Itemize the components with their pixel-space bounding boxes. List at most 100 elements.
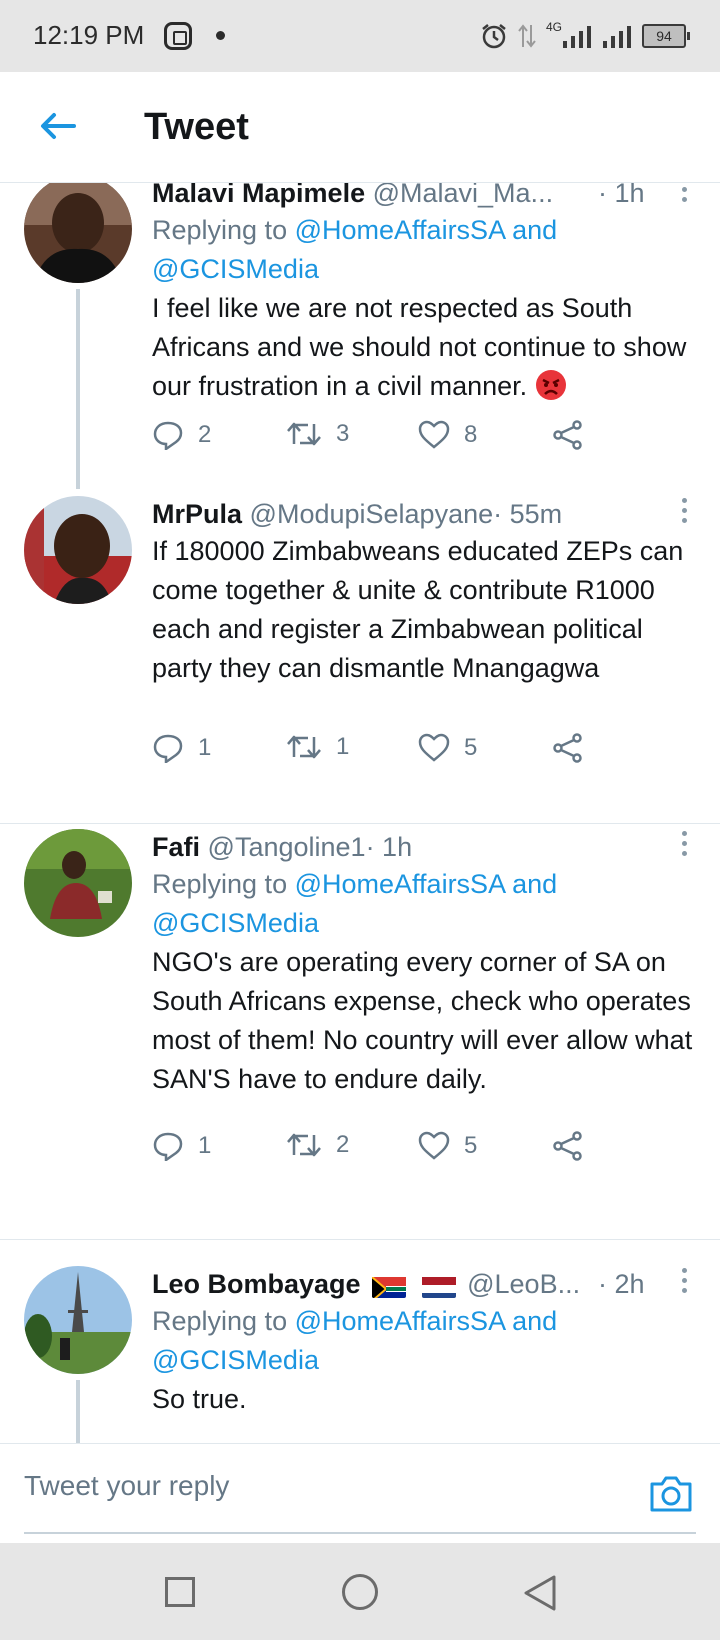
avatar[interactable] — [24, 183, 132, 283]
tweet-actions: 2 3 8 — [152, 420, 700, 460]
heart-icon — [418, 733, 450, 762]
reply-input[interactable]: Tweet your reply — [24, 1470, 229, 1502]
reply-count: 1 — [198, 734, 212, 761]
share-icon — [553, 1131, 582, 1161]
reply-button[interactable]: 1 — [152, 1131, 211, 1161]
recent-apps-button[interactable] — [165, 1577, 195, 1607]
tweet-header: Fafi @Tangoline1· 1h — [152, 829, 700, 865]
tweet-text-content: I feel like we are not respected as Sout… — [152, 293, 687, 401]
tweet-time: · 55m — [493, 499, 563, 529]
battery-level: 94 — [656, 28, 672, 44]
home-button[interactable] — [342, 1574, 378, 1610]
tweet-card[interactable]: Leo Bombayage @LeoB... · 2h Replying to … — [0, 1266, 720, 1443]
tweet-actions: 1 1 5 — [152, 733, 700, 773]
replying-label: Replying to — [152, 869, 295, 899]
status-bar: 12:19 PM 4G 94 — [0, 0, 720, 72]
share-button[interactable] — [552, 1131, 584, 1161]
reply-button[interactable]: 2 — [152, 420, 211, 450]
user-name[interactable]: Fafi — [152, 832, 200, 862]
tweet-feed[interactable]: Malavi Mapimele @Malavi_Ma... · 1h Reply… — [0, 183, 720, 1443]
share-icon — [553, 733, 582, 763]
mention-link[interactable]: @HomeAffairsSA — [295, 869, 505, 899]
like-button[interactable]: 8 — [418, 420, 477, 450]
replying-and: and — [504, 215, 558, 245]
retweet-icon — [287, 735, 321, 759]
notification-app-icon — [164, 22, 192, 50]
retweet-button[interactable]: 1 — [286, 733, 349, 761]
retweet-icon — [287, 1133, 321, 1157]
user-handle[interactable]: @Tangoline1 — [208, 832, 366, 862]
tweet-text: NGO's are operating every corner of SA o… — [152, 947, 693, 1094]
more-options-icon[interactable] — [682, 1268, 688, 1294]
user-name[interactable]: Malavi Mapimele — [152, 183, 365, 208]
avatar[interactable] — [24, 829, 132, 937]
more-options-icon[interactable] — [682, 498, 688, 524]
notification-dot-icon — [216, 31, 225, 40]
reply-icon — [153, 421, 183, 450]
user-handle[interactable]: @Malavi_Ma... — [373, 183, 553, 208]
status-icons: 4G 94 — [480, 20, 690, 52]
thread-line — [76, 289, 80, 489]
more-options-icon[interactable] — [682, 183, 688, 203]
south-africa-flag-icon — [372, 1274, 407, 1298]
reply-count: 1 — [198, 1132, 212, 1159]
retweet-count: 3 — [336, 420, 350, 447]
mention-link[interactable]: @HomeAffairsSA — [295, 215, 505, 245]
tweet-text: I feel like we are not respected as Sout… — [152, 289, 700, 406]
heart-icon — [418, 1131, 450, 1160]
like-count: 5 — [464, 1132, 478, 1159]
thread-line — [76, 1380, 80, 1443]
signal-icon-2 — [603, 26, 631, 48]
avatar[interactable] — [24, 496, 132, 604]
reply-composer: Tweet your reply — [0, 1443, 720, 1544]
back-triangle-icon[interactable] — [522, 1574, 558, 1612]
divider — [0, 1239, 720, 1240]
page-title: Tweet — [144, 106, 249, 148]
network-type: 4G — [545, 20, 562, 34]
tweet-header: MrPula @ModupiSelapyane· 55m — [152, 496, 700, 532]
user-handle[interactable]: @LeoB... — [467, 1269, 580, 1299]
netherlands-flag-icon — [421, 1274, 456, 1298]
retweet-count: 2 — [336, 1131, 350, 1158]
user-name[interactable]: MrPula — [152, 499, 242, 529]
reply-icon — [153, 734, 183, 763]
replying-label: Replying to — [152, 1306, 295, 1336]
like-button[interactable]: 5 — [418, 733, 477, 763]
avatar[interactable] — [24, 1266, 132, 1374]
tweet-header: Leo Bombayage @LeoB... · 2h — [152, 1266, 700, 1302]
replying-label: Replying to — [152, 215, 295, 245]
divider — [0, 823, 720, 824]
share-button[interactable] — [552, 420, 584, 450]
mention-link[interactable]: @GCISMedia — [152, 908, 319, 938]
mention-link[interactable]: @GCISMedia — [152, 254, 319, 284]
replying-to: Replying to @HomeAffairsSA and @GCISMedi… — [152, 211, 700, 289]
retweet-button[interactable]: 2 — [286, 1131, 349, 1159]
share-button[interactable] — [552, 733, 584, 763]
like-button[interactable]: 5 — [418, 1131, 477, 1161]
battery-icon: 94 — [642, 24, 690, 48]
camera-icon[interactable] — [648, 1474, 694, 1514]
replying-to: Replying to @HomeAffairsSA and @GCISMedi… — [152, 865, 700, 943]
retweet-count: 1 — [336, 733, 350, 760]
reply-count: 2 — [198, 421, 212, 448]
user-name[interactable]: Leo Bombayage — [152, 1269, 361, 1299]
angry-face-icon — [535, 370, 566, 400]
back-arrow-icon[interactable] — [34, 102, 82, 150]
tweet-text: If 180000 Zimbabweans educated ZEPs can … — [152, 536, 684, 683]
replying-and: and — [504, 1306, 558, 1336]
data-arrows-icon — [518, 24, 536, 48]
heart-icon — [418, 420, 450, 449]
mention-link[interactable]: @GCISMedia — [152, 1345, 319, 1375]
more-options-icon[interactable] — [682, 831, 688, 857]
mention-link[interactable]: @HomeAffairsSA — [295, 1306, 505, 1336]
alarm-icon — [482, 24, 506, 49]
replying-to: Replying to @HomeAffairsSA and @GCISMedi… — [152, 1302, 700, 1380]
status-time: 12:19 PM — [33, 20, 145, 50]
share-icon — [553, 420, 582, 450]
reply-icon — [153, 1132, 183, 1161]
app-header: Tweet — [0, 72, 720, 183]
retweet-button[interactable]: 3 — [286, 420, 349, 448]
reply-button[interactable]: 1 — [152, 733, 211, 763]
tweet-time: · 1h — [598, 183, 645, 208]
user-handle[interactable]: @ModupiSelapyane — [250, 499, 494, 529]
